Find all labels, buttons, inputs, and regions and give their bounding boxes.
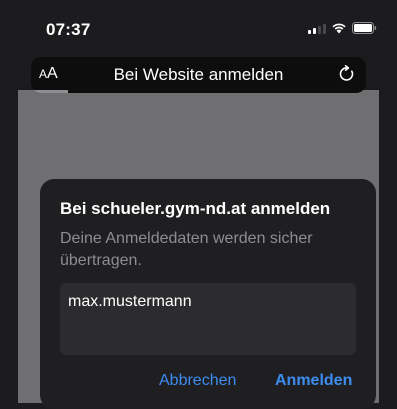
address-bar[interactable]: AA Bei Website anmelden [31, 57, 366, 93]
status-bar: 07:37 [0, 0, 397, 52]
login-dialog: Bei schueler.gym-nd.at anmelden Deine An… [40, 179, 376, 409]
wifi-icon [331, 22, 347, 34]
cancel-button[interactable]: Abbrechen [159, 372, 236, 390]
cellular-signal-icon [308, 23, 326, 34]
status-time: 07:37 [46, 20, 91, 39]
battery-icon [352, 22, 377, 34]
dialog-title: Bei schueler.gym-nd.at anmelden [60, 199, 331, 218]
dialog-message: Deine Anmeldedaten werden sicher übertra… [60, 230, 313, 269]
reload-icon[interactable] [338, 65, 356, 83]
username-value: max.mustermann [68, 293, 192, 310]
status-icons [308, 22, 377, 34]
login-button[interactable]: Anmelden [275, 372, 352, 390]
page-load-progress [31, 90, 68, 93]
page-title: Bei Website anmelden [113, 65, 284, 84]
username-field[interactable]: max.mustermann [60, 283, 356, 355]
